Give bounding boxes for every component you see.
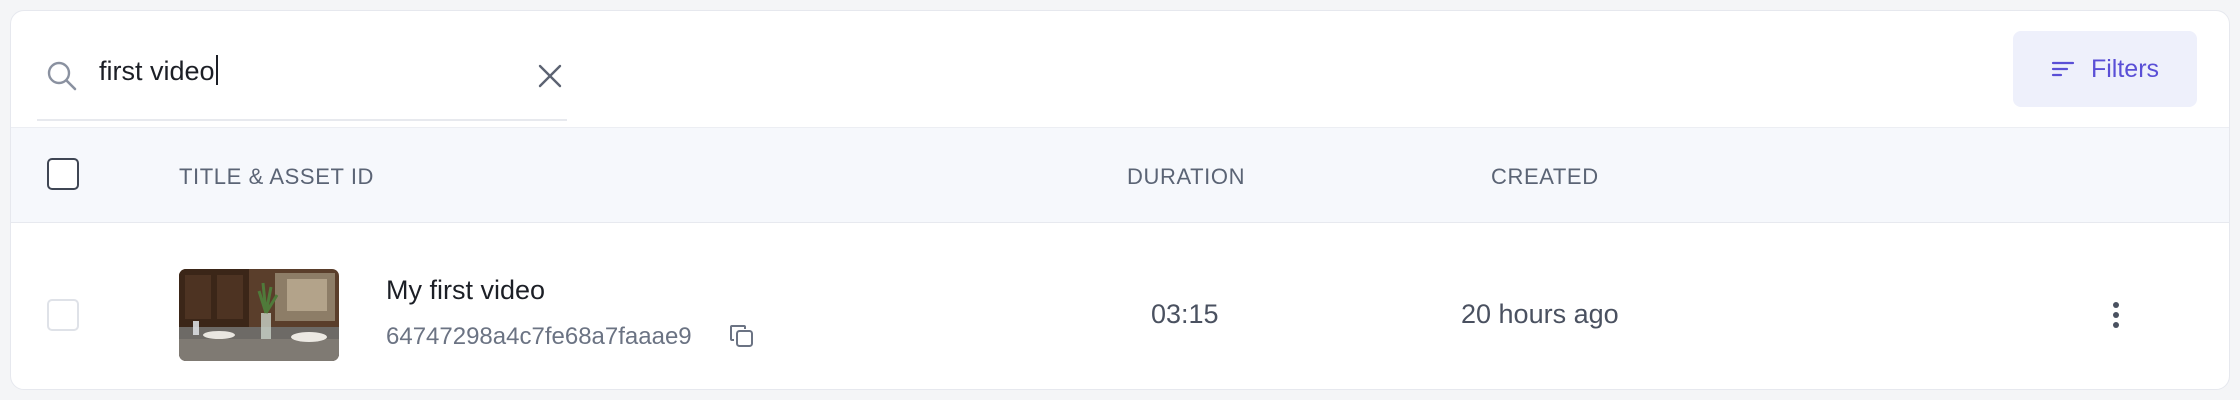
column-header-duration[interactable]: DURATION — [1127, 164, 1245, 190]
toolbar: first video Filters — [11, 11, 2229, 127]
search-icon — [47, 61, 77, 91]
video-title[interactable]: My first video — [386, 275, 545, 306]
video-duration: 03:15 — [1151, 299, 1219, 329]
search-input-value: first video — [99, 56, 215, 86]
filters-button[interactable]: Filters — [2013, 31, 2197, 107]
created-time: 20 hours ago — [1461, 299, 1619, 329]
assets-table-card: first video Filters TITLE & ASSET ID DUR… — [10, 10, 2230, 390]
asset-id: 64747298a4c7fe68a7faaae9 — [386, 323, 692, 350]
filters-button-label: Filters — [2090, 54, 2160, 83]
row-select-checkbox[interactable] — [47, 299, 79, 331]
filter-lines-icon — [2051, 61, 2075, 77]
close-icon[interactable] — [535, 61, 565, 91]
copy-icon[interactable] — [729, 323, 755, 349]
text-caret — [215, 55, 218, 85]
thumbnail-image — [179, 269, 339, 361]
select-all-checkbox[interactable] — [47, 158, 79, 190]
table-header: TITLE & ASSET ID DURATION CREATED — [11, 127, 2229, 223]
column-header-created[interactable]: CREATED — [1491, 164, 1599, 190]
video-thumbnail[interactable] — [179, 269, 339, 361]
search-input[interactable]: first video — [99, 55, 499, 95]
search-bar: first video — [37, 45, 567, 121]
column-header-title[interactable]: TITLE & ASSET ID — [179, 164, 374, 190]
more-options-icon[interactable] — [2101, 297, 2131, 333]
table-row[interactable]: My first video 64747298a4c7fe68a7faaae9 … — [11, 223, 2229, 389]
